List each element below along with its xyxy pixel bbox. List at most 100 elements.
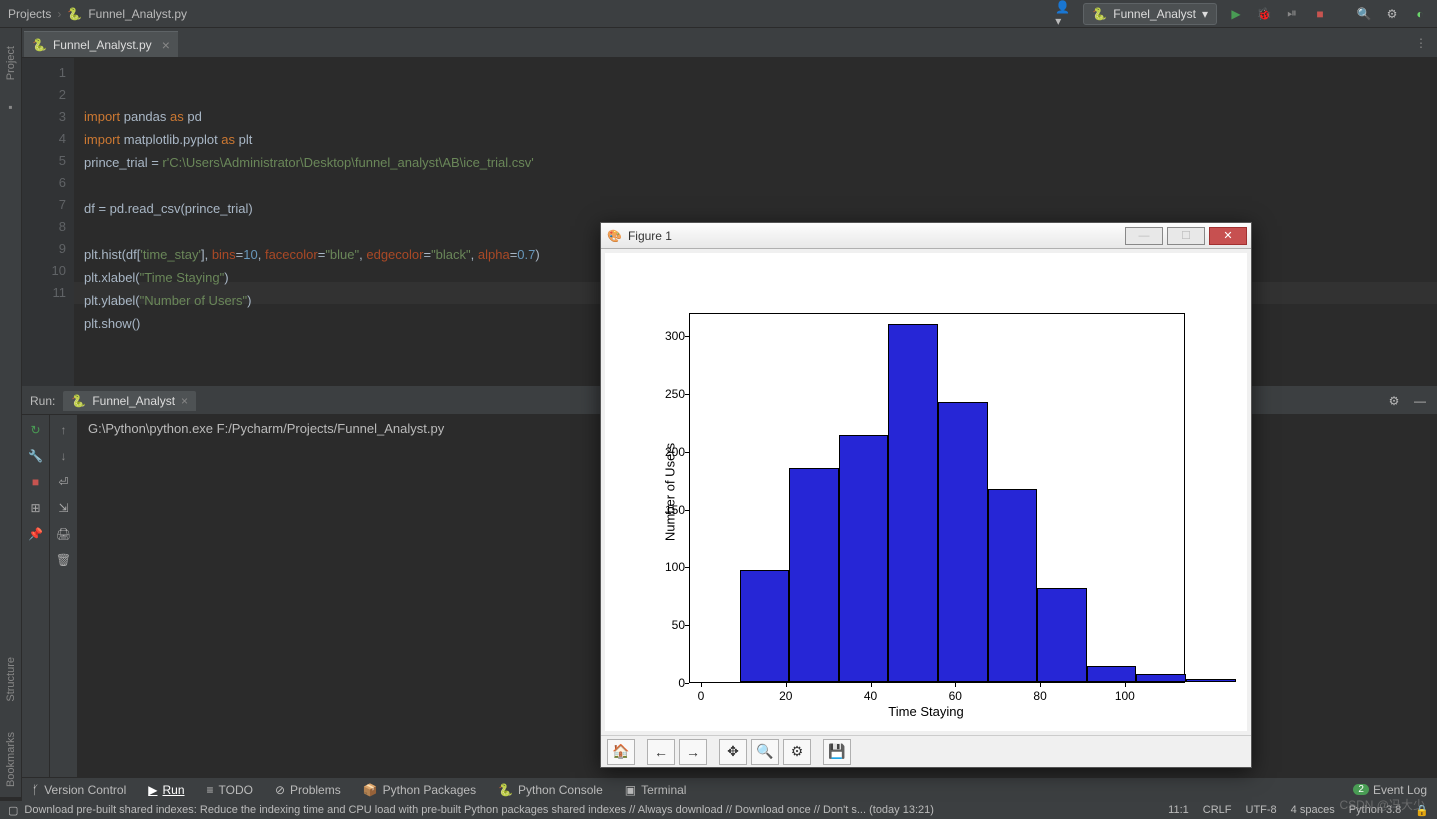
status-bar: ▢ Download pre-built shared indexes: Red… (0, 801, 1437, 819)
run-process-tab[interactable]: 🐍 Funnel_Analyst × (63, 391, 196, 411)
figure-toolbar: 🏠 ← → ✥ 🔍 ⚙ 💾 (601, 735, 1251, 767)
indent[interactable]: 4 spaces (1291, 804, 1335, 817)
tool-run[interactable]: ▶ Run (148, 783, 184, 797)
tool-todo[interactable]: ≡ TODO (207, 783, 253, 797)
close-button[interactable]: ✕ (1209, 227, 1247, 245)
python-icon: 🐍 (71, 394, 86, 408)
editor-tab[interactable]: 🐍 Funnel_Analyst.py × (24, 31, 178, 57)
pan-icon[interactable]: ✥ (719, 739, 747, 765)
minimize-button[interactable]: — (1125, 227, 1163, 245)
up-icon[interactable]: ↑ (61, 423, 67, 437)
run-icon[interactable]: ▶ (1227, 5, 1245, 23)
chart-xlabel: Time Staying (888, 704, 963, 719)
chart-bar (988, 489, 1038, 682)
rail-structure-tab[interactable]: Structure (5, 657, 17, 702)
python-icon: 🐍 (1092, 7, 1107, 21)
matplotlib-figure-window[interactable]: 🎨 Figure 1 — ☐ ✕ Number of Users Time St… (600, 222, 1252, 768)
editor-gutter: 1234567891011 (22, 58, 74, 386)
zoom-icon[interactable]: 🔍 (751, 739, 779, 765)
chart-xtick: 60 (949, 689, 962, 703)
hide-icon[interactable]: — (1411, 392, 1429, 410)
back-icon[interactable]: ← (647, 739, 675, 765)
maximize-button[interactable]: ☐ (1167, 227, 1205, 245)
chart-ytick: 50 (655, 618, 685, 632)
caret-position[interactable]: 11:1 (1168, 804, 1189, 817)
breadcrumb-root[interactable]: Projects (8, 7, 51, 21)
folder-icon[interactable]: ▪ (8, 100, 12, 114)
run-config-label: Funnel_Analyst (1113, 7, 1196, 21)
chart-bar (740, 570, 790, 682)
bottom-tool-bar: ᚶ Version Control ▶ Run ≡ TODO ⊘ Problem… (22, 777, 1437, 801)
settings-icon[interactable]: ⚙ (1383, 5, 1401, 23)
subplots-icon[interactable]: ⚙ (783, 739, 811, 765)
tab-label: Funnel_Analyst.py (53, 38, 152, 52)
chart-bar (938, 402, 988, 682)
tool-vcs[interactable]: ᚶ Version Control (32, 783, 126, 797)
tool-packages[interactable]: 📦 Python Packages (363, 783, 476, 797)
python-icon: 🐍 (32, 38, 47, 52)
close-icon[interactable]: × (162, 37, 170, 53)
scroll-icon[interactable]: ⇲ (58, 501, 68, 515)
wrap-icon[interactable]: ⏎ (58, 475, 68, 489)
breadcrumb[interactable]: Projects › 🐍 Funnel_Analyst.py (8, 7, 187, 21)
tool-problems[interactable]: ⊘ Problems (275, 783, 341, 797)
chart-bar (1186, 679, 1236, 682)
chart-bar (839, 435, 889, 682)
pin-icon[interactable]: 📌 (28, 527, 43, 541)
run-output-line: G:\Python\python.exe F:/Pycharm/Projects… (88, 421, 444, 436)
breadcrumb-file[interactable]: Funnel_Analyst.py (88, 7, 187, 21)
top-navbar: Projects › 🐍 Funnel_Analyst.py 👤▾ 🐍 Funn… (0, 0, 1437, 28)
encoding[interactable]: UTF-8 (1246, 804, 1277, 817)
python-icon: 🐍 (67, 7, 82, 21)
rail-project-tab[interactable]: Project (5, 46, 17, 80)
chart-ytick: 150 (655, 503, 685, 517)
chart-bar (1037, 588, 1087, 682)
tool-terminal[interactable]: ▣ Terminal (625, 783, 687, 797)
chart-xtick: 0 (698, 689, 705, 703)
home-icon[interactable]: 🏠 (607, 739, 635, 765)
chart-xtick: 100 (1115, 689, 1135, 703)
run-actions-col1: ↻ 🔧 ■ ⊞ 📌 (22, 415, 50, 779)
stop-icon[interactable]: ■ (32, 475, 39, 489)
line-sep[interactable]: CRLF (1203, 804, 1232, 817)
more-icon[interactable]: ⋮ (1405, 36, 1437, 50)
play-wheel-icon[interactable]: ◐ (1411, 5, 1429, 23)
chart-bar (888, 324, 938, 682)
search-icon[interactable]: 🔍 (1355, 5, 1373, 23)
chart-xtick: 40 (864, 689, 877, 703)
run-config-selector[interactable]: 🐍 Funnel_Analyst ▾ (1083, 3, 1217, 25)
layout-icon[interactable]: ⊞ (30, 501, 40, 515)
gear-icon[interactable]: ⚙ (1385, 392, 1403, 410)
debug-icon[interactable]: 🐞 (1255, 5, 1273, 23)
rerun-icon[interactable]: ↻ (30, 423, 40, 437)
rail-bookmarks-tab[interactable]: Bookmarks (5, 732, 17, 787)
add-user-icon[interactable]: 👤▾ (1055, 5, 1073, 23)
chart-ytick: 100 (655, 560, 685, 574)
status-message[interactable]: ▢ Download pre-built shared indexes: Red… (8, 804, 934, 817)
close-icon[interactable]: × (181, 394, 188, 408)
forward-icon[interactable]: → (679, 739, 707, 765)
wrench-icon[interactable]: 🔧 (28, 449, 43, 463)
stop-icon[interactable]: ■ (1311, 5, 1329, 23)
chart-ytick: 200 (655, 445, 685, 459)
event-badge: 2 (1353, 784, 1369, 795)
run-panel-title: Run: (30, 394, 55, 408)
save-icon[interactable]: 💾 (823, 739, 851, 765)
figure-title: Figure 1 (628, 229, 672, 243)
tool-eventlog[interactable]: 2 Event Log (1353, 783, 1427, 797)
watermark: CSDN @冯大少 (1339, 796, 1425, 813)
chart-plot-area (689, 313, 1185, 683)
chart-xtick: 20 (779, 689, 792, 703)
print-icon[interactable]: 🖨 (56, 527, 71, 541)
app-icon: 🎨 (607, 229, 622, 243)
down-icon[interactable]: ↓ (61, 449, 67, 463)
chevron-down-icon: ▾ (1202, 7, 1208, 21)
trash-icon[interactable]: 🗑 (56, 553, 71, 567)
figure-titlebar[interactable]: 🎨 Figure 1 — ☐ ✕ (601, 223, 1251, 249)
run-actions-col2: ↑ ↓ ⏎ ⇲ 🖨 🗑 (50, 415, 78, 779)
tool-console[interactable]: 🐍 Python Console (498, 783, 603, 797)
coverage-icon[interactable]: ⏯ (1283, 5, 1301, 23)
chart-bar (1087, 666, 1137, 682)
chart-xtick: 80 (1033, 689, 1046, 703)
chart-ytick: 0 (655, 676, 685, 690)
